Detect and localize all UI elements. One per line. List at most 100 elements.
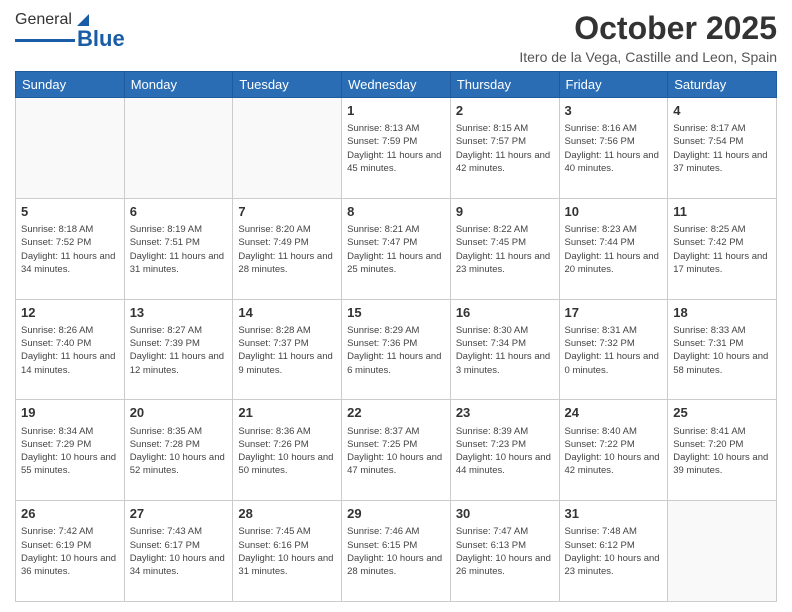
day-cell: 24 Sunrise: 8:40 AMSunset: 7:22 PMDayligh… xyxy=(559,400,668,501)
day-info: Sunrise: 7:46 AMSunset: 6:15 PMDaylight:… xyxy=(347,525,445,578)
day-header-thursday: Thursday xyxy=(450,72,559,98)
day-header-sunday: Sunday xyxy=(16,72,125,98)
day-cell: 16Sunrise: 8:30 AMSunset: 7:34 PMDayligh… xyxy=(450,299,559,400)
day-number: 26 xyxy=(21,505,119,523)
day-cell: 6Sunrise: 8:19 AMSunset: 7:51 PMDaylight… xyxy=(124,198,233,299)
day-number: 19 xyxy=(21,404,119,422)
day-info: Sunrise: 8:17 AMSunset: 7:54 PMDaylight:… xyxy=(673,122,771,175)
day-cell: 23Sunrise: 8:39 AMSunset: 7:23 PMDayligh… xyxy=(450,400,559,501)
day-number: 22 xyxy=(347,404,445,422)
day-info: Sunrise: 8:34 AMSunset: 7:29 PMDaylight:… xyxy=(21,425,119,478)
day-number: 3 xyxy=(565,102,663,120)
location-title: Itero de la Vega, Castille and Leon, Spa… xyxy=(519,49,777,65)
day-cell: 29 Sunrise: 7:46 AMSunset: 6:15 PMDayligh… xyxy=(342,501,451,602)
day-number: 7 xyxy=(238,203,336,221)
header-row: SundayMondayTuesdayWednesdayThursdayFrid… xyxy=(16,72,777,98)
day-info: Sunrise: 8:22 AMSunset: 7:45 PMDaylight:… xyxy=(456,223,554,276)
day-info: Sunrise: 8:29 AMSunset: 7:36 PMDaylight:… xyxy=(347,324,445,377)
day-header-wednesday: Wednesday xyxy=(342,72,451,98)
day-cell: 7 Sunrise: 8:20 AMSunset: 7:49 PMDaylight… xyxy=(233,198,342,299)
day-cell: 5 Sunrise: 8:18 AMSunset: 7:52 PMDaylight… xyxy=(16,198,125,299)
day-cell: 3 Sunrise: 8:16 AMSunset: 7:56 PMDaylight… xyxy=(559,98,668,199)
day-number: 28 xyxy=(238,505,336,523)
day-number: 5 xyxy=(21,203,119,221)
day-info: Sunrise: 8:18 AMSunset: 7:52 PMDaylight:… xyxy=(21,223,119,276)
day-cell: 14 Sunrise: 8:28 AMSunset: 7:37 PMDayligh… xyxy=(233,299,342,400)
day-cell: 25Sunrise: 8:41 AMSunset: 7:20 PMDayligh… xyxy=(668,400,777,501)
day-info: Sunrise: 7:47 AMSunset: 6:13 PMDaylight:… xyxy=(456,525,554,578)
day-info: Sunrise: 8:20 AMSunset: 7:49 PMDaylight:… xyxy=(238,223,336,276)
day-cell xyxy=(124,98,233,199)
day-number: 27 xyxy=(130,505,228,523)
day-info: Sunrise: 7:43 AMSunset: 6:17 PMDaylight:… xyxy=(130,525,228,578)
day-number: 23 xyxy=(456,404,554,422)
day-number: 10 xyxy=(565,203,663,221)
day-cell: 17 Sunrise: 8:31 AMSunset: 7:32 PMDayligh… xyxy=(559,299,668,400)
month-title: October 2025 xyxy=(519,10,777,47)
day-number: 30 xyxy=(456,505,554,523)
day-info: Sunrise: 7:48 AMSunset: 6:12 PMDaylight:… xyxy=(565,525,663,578)
day-info: Sunrise: 8:23 AMSunset: 7:44 PMDaylight:… xyxy=(565,223,663,276)
day-cell: 9 Sunrise: 8:22 AMSunset: 7:45 PMDaylight… xyxy=(450,198,559,299)
week-row-3: 19 Sunrise: 8:34 AMSunset: 7:29 PMDayligh… xyxy=(16,400,777,501)
day-info: Sunrise: 8:26 AMSunset: 7:40 PMDaylight:… xyxy=(21,324,119,377)
day-number: 29 xyxy=(347,505,445,523)
day-cell: 8 Sunrise: 8:21 AMSunset: 7:47 PMDaylight… xyxy=(342,198,451,299)
day-number: 24 xyxy=(565,404,663,422)
day-number: 11 xyxy=(673,203,771,221)
day-number: 15 xyxy=(347,304,445,322)
day-number: 17 xyxy=(565,304,663,322)
logo-underline xyxy=(15,39,75,42)
day-cell: 31 Sunrise: 7:48 AMSunset: 6:12 PMDayligh… xyxy=(559,501,668,602)
day-cell: 20Sunrise: 8:35 AMSunset: 7:28 PMDayligh… xyxy=(124,400,233,501)
day-cell: 26Sunrise: 7:42 AMSunset: 6:19 PMDayligh… xyxy=(16,501,125,602)
day-header-tuesday: Tuesday xyxy=(233,72,342,98)
logo-blue-text: Blue xyxy=(77,26,125,52)
day-info: Sunrise: 8:27 AMSunset: 7:39 PMDaylight:… xyxy=(130,324,228,377)
day-number: 12 xyxy=(21,304,119,322)
page: General Blue October 2025 Itero de la Ve… xyxy=(0,0,792,612)
day-number: 21 xyxy=(238,404,336,422)
day-number: 8 xyxy=(347,203,445,221)
day-info: Sunrise: 8:21 AMSunset: 7:47 PMDaylight:… xyxy=(347,223,445,276)
day-info: Sunrise: 8:40 AMSunset: 7:22 PMDaylight:… xyxy=(565,425,663,478)
day-cell: 28Sunrise: 7:45 AMSunset: 6:16 PMDayligh… xyxy=(233,501,342,602)
day-info: Sunrise: 8:25 AMSunset: 7:42 PMDaylight:… xyxy=(673,223,771,276)
day-cell: 22 Sunrise: 8:37 AMSunset: 7:25 PMDayligh… xyxy=(342,400,451,501)
week-row-2: 12 Sunrise: 8:26 AMSunset: 7:40 PMDayligh… xyxy=(16,299,777,400)
logo: General Blue xyxy=(15,10,125,52)
day-cell: 30 Sunrise: 7:47 AMSunset: 6:13 PMDayligh… xyxy=(450,501,559,602)
day-cell: 11 Sunrise: 8:25 AMSunset: 7:42 PMDayligh… xyxy=(668,198,777,299)
week-row-4: 26Sunrise: 7:42 AMSunset: 6:19 PMDayligh… xyxy=(16,501,777,602)
calendar-table: SundayMondayTuesdayWednesdayThursdayFrid… xyxy=(15,71,777,602)
day-header-saturday: Saturday xyxy=(668,72,777,98)
day-number: 16 xyxy=(456,304,554,322)
day-info: Sunrise: 8:13 AMSunset: 7:59 PMDaylight:… xyxy=(347,122,445,175)
day-info: Sunrise: 8:28 AMSunset: 7:37 PMDaylight:… xyxy=(238,324,336,377)
day-cell: 2 Sunrise: 8:15 AMSunset: 7:57 PMDaylight… xyxy=(450,98,559,199)
day-number: 1 xyxy=(347,102,445,120)
week-row-0: 1 Sunrise: 8:13 AMSunset: 7:59 PMDaylight… xyxy=(16,98,777,199)
day-number: 20 xyxy=(130,404,228,422)
day-cell: 27 Sunrise: 7:43 AMSunset: 6:17 PMDayligh… xyxy=(124,501,233,602)
day-cell: 10 Sunrise: 8:23 AMSunset: 7:44 PMDayligh… xyxy=(559,198,668,299)
day-info: Sunrise: 8:31 AMSunset: 7:32 PMDaylight:… xyxy=(565,324,663,377)
day-header-monday: Monday xyxy=(124,72,233,98)
day-cell: 1 Sunrise: 8:13 AMSunset: 7:59 PMDaylight… xyxy=(342,98,451,199)
header: General Blue October 2025 Itero de la Ve… xyxy=(15,10,777,65)
day-number: 2 xyxy=(456,102,554,120)
day-cell: 4Sunrise: 8:17 AMSunset: 7:54 PMDaylight… xyxy=(668,98,777,199)
day-info: Sunrise: 8:36 AMSunset: 7:26 PMDaylight:… xyxy=(238,425,336,478)
day-number: 14 xyxy=(238,304,336,322)
day-number: 9 xyxy=(456,203,554,221)
week-row-1: 5 Sunrise: 8:18 AMSunset: 7:52 PMDaylight… xyxy=(16,198,777,299)
day-number: 31 xyxy=(565,505,663,523)
day-number: 13 xyxy=(130,304,228,322)
day-info: Sunrise: 8:37 AMSunset: 7:25 PMDaylight:… xyxy=(347,425,445,478)
day-cell: 21 Sunrise: 8:36 AMSunset: 7:26 PMDayligh… xyxy=(233,400,342,501)
day-info: Sunrise: 8:16 AMSunset: 7:56 PMDaylight:… xyxy=(565,122,663,175)
day-cell: 19 Sunrise: 8:34 AMSunset: 7:29 PMDayligh… xyxy=(16,400,125,501)
day-info: Sunrise: 8:15 AMSunset: 7:57 PMDaylight:… xyxy=(456,122,554,175)
title-block: October 2025 Itero de la Vega, Castille … xyxy=(519,10,777,65)
day-header-friday: Friday xyxy=(559,72,668,98)
